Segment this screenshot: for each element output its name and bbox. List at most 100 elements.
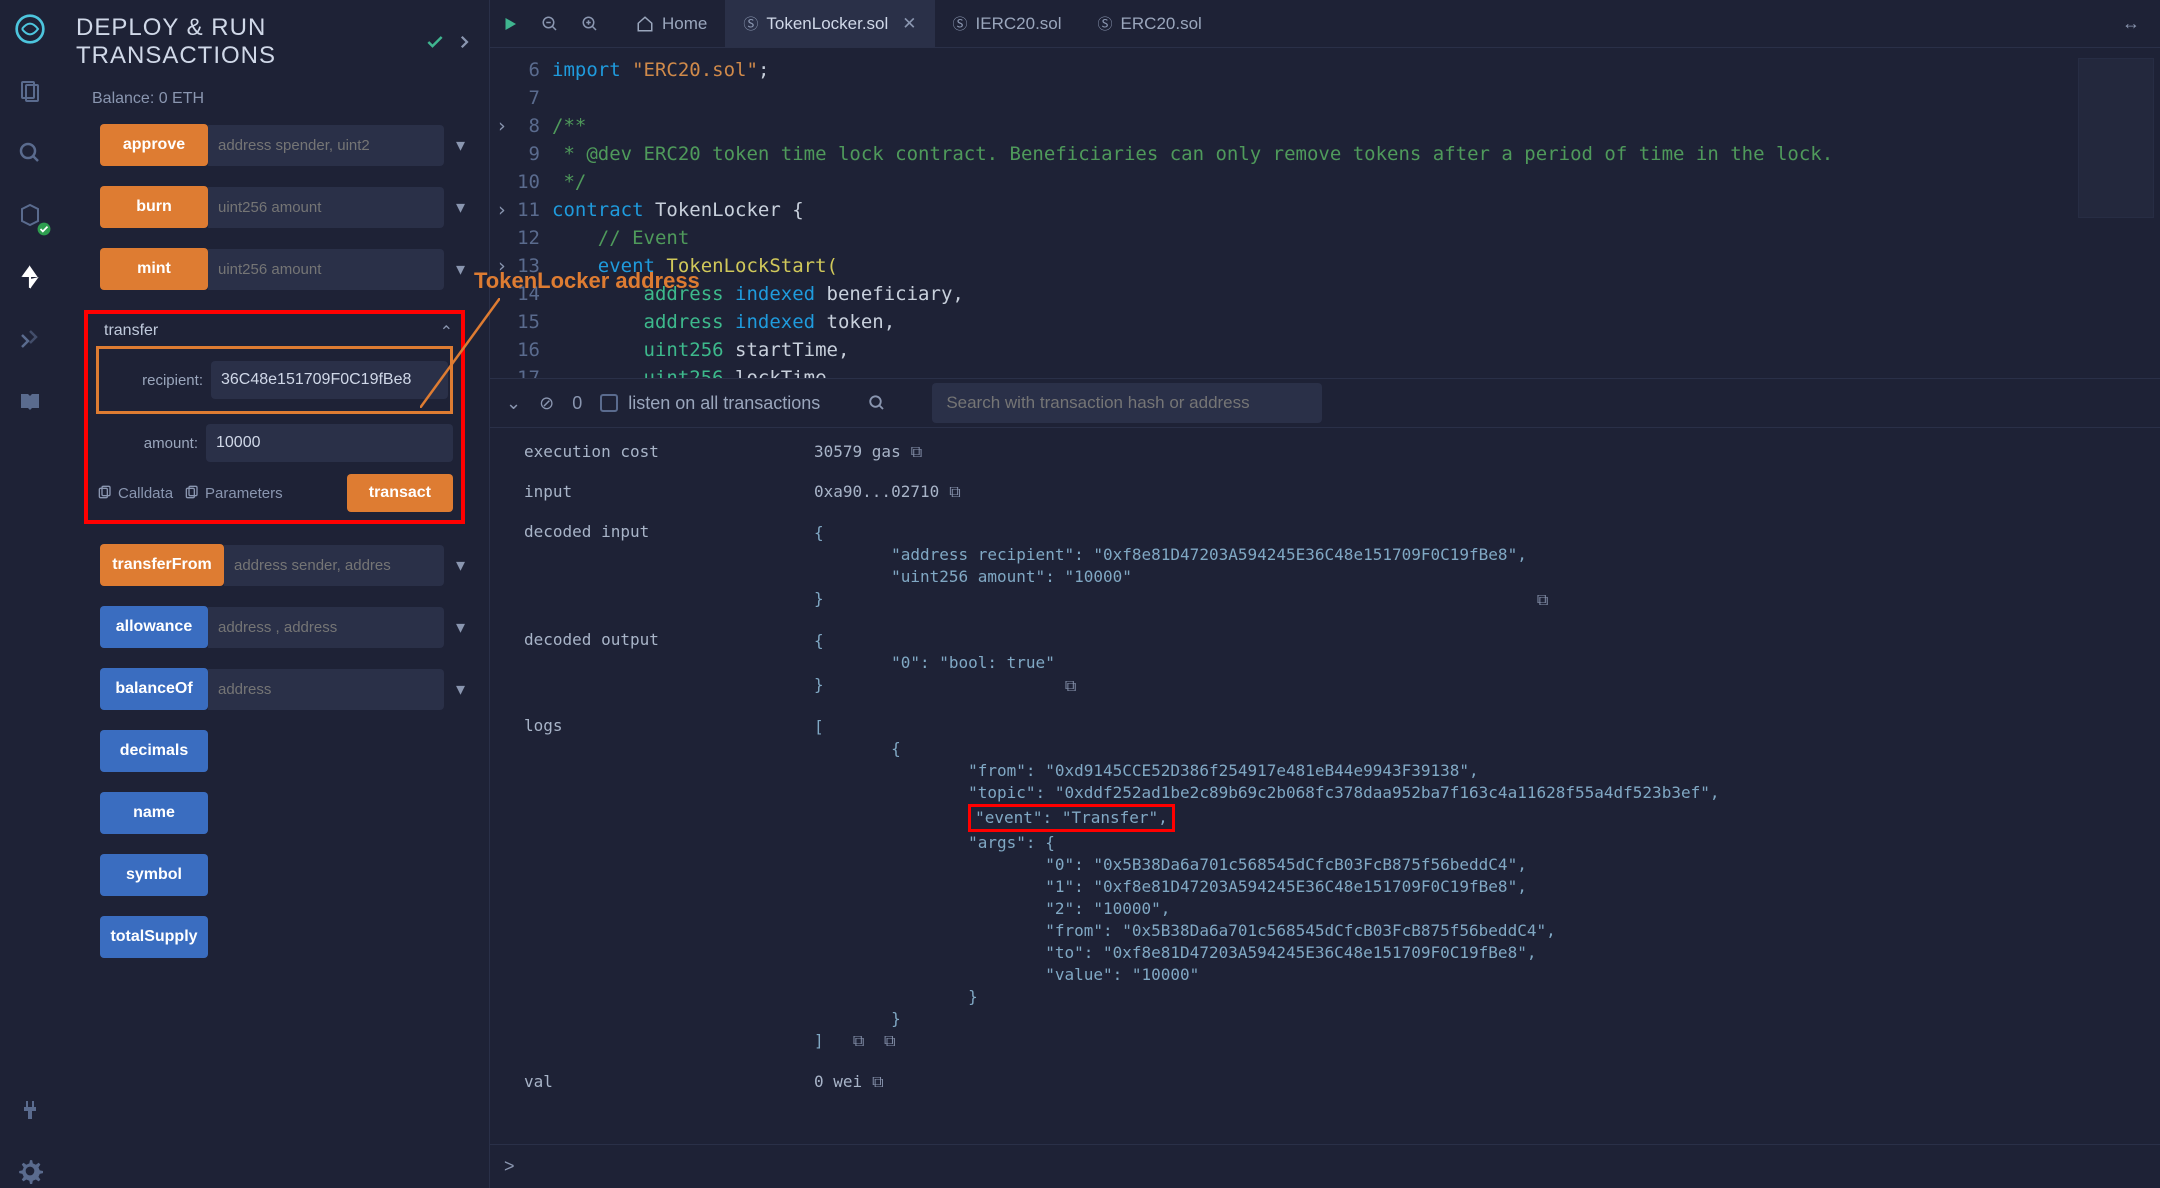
fn-symbol-row: symbol [84,854,465,896]
terminal-toolbar: ⌄ ⊘ 0 listen on all transactions [490,378,2160,428]
chevron-down-icon[interactable]: ▾ [456,617,465,638]
decoded-output-json: { "0": "bool: true" } [814,630,1055,696]
exec-cost-label: execution cost [524,442,814,462]
search-icon[interactable] [868,394,886,412]
logs-label: logs [524,716,814,1052]
chevron-down-icon[interactable]: ▾ [456,135,465,156]
clear-icon[interactable]: ⊘ [539,393,554,414]
totalsupply-button[interactable]: totalSupply [100,916,208,958]
fn-decimals-row: decimals [84,730,465,772]
fn-balanceof-row: balanceOf ▾ [84,668,465,710]
run-icon[interactable] [490,15,530,33]
expand-icon[interactable]: ↔ [2122,13,2160,34]
balance-label: Balance: 0 ETH [84,90,465,108]
deploy-run-panel: TokenLocker address DEPLOY & RUN TRANSAC… [60,0,490,1188]
terminal-output[interactable]: execution cost 30579 gas⧉ input 0xa90...… [490,428,2160,1188]
symbol-button[interactable]: symbol [100,854,208,896]
recipient-label: recipient: [101,372,211,389]
balanceof-button[interactable]: balanceOf [100,668,208,710]
allowance-button[interactable]: allowance [100,606,208,648]
zoom-out-icon[interactable] [530,15,570,33]
minimap[interactable] [2078,58,2154,218]
file-explorer-icon[interactable] [13,74,47,108]
tab-tokenlocker[interactable]: Ⓢ TokenLocker.sol ✕ [725,0,934,47]
decoded-output-label: decoded output [524,630,814,696]
tab-home[interactable]: Home [618,0,725,47]
logs-json: [ { "from": "0xd9145CCE52D386f254917e481… [814,716,1719,1052]
plugin-manager-icon[interactable] [13,1092,47,1126]
copy-icon[interactable]: ⧉ [949,482,960,501]
copy-icon[interactable]: ⧉ [853,1031,864,1050]
amount-label: amount: [96,435,206,452]
main-area: Home Ⓢ TokenLocker.sol ✕ Ⓢ IERC20.sol Ⓢ … [490,0,2160,1188]
plugin-book-icon[interactable] [13,384,47,418]
burn-button[interactable]: burn [100,186,208,228]
terminal-prompt[interactable]: > [490,1144,2160,1188]
remix-logo-icon[interactable] [13,12,47,46]
input-label: input [524,482,814,502]
fn-totalsupply-row: totalSupply [84,916,465,958]
debugger-icon[interactable] [13,322,47,356]
burn-input[interactable] [208,187,444,228]
check-icon[interactable] [425,32,445,52]
copy-icon[interactable]: ⧉ [1065,676,1076,696]
annotation-tokenlocker-address: TokenLocker address [474,268,700,294]
collapse-icon[interactable]: ⌄ [506,393,521,414]
zoom-in-icon[interactable] [570,15,610,33]
parameters-button[interactable]: Parameters [183,485,283,502]
fn-allowance-row: allowance ▾ [84,606,465,648]
allowance-input[interactable] [208,607,444,648]
settings-icon[interactable] [13,1154,47,1188]
solidity-icon: Ⓢ [1098,13,1113,34]
decoded-input-label: decoded input [524,522,814,610]
val-label: val [524,1072,814,1092]
approve-button[interactable]: approve [100,124,208,166]
tab-ierc20[interactable]: Ⓢ IERC20.sol [935,0,1080,47]
decimals-button[interactable]: decimals [100,730,208,772]
fn-mint-row: mint ▾ [84,248,465,290]
transfer-title: transfer [104,322,158,342]
line-gutter: 67 ›8 910 ›11 12 ›13 1415 1617 [490,48,552,378]
mint-input[interactable] [208,249,444,290]
fn-burn-row: burn ▾ [84,186,465,228]
fn-approve-row: approve ▾ [84,124,465,166]
code-editor[interactable]: 67 ›8 910 ›11 12 ›13 1415 1617 import "E… [490,48,2160,378]
calldata-button[interactable]: Calldata [96,485,173,502]
decoded-input-json: { "address recipient": "0xf8e81D47203A59… [814,522,1527,610]
chevron-down-icon[interactable]: ▾ [456,197,465,218]
chevron-down-icon[interactable]: ▾ [456,259,465,280]
search-icon[interactable] [13,136,47,170]
mint-button[interactable]: mint [100,248,208,290]
transferfrom-button[interactable]: transferFrom [100,544,224,586]
compiler-icon[interactable] [13,198,47,232]
amount-input[interactable] [206,424,453,462]
deploy-icon[interactable] [13,260,47,294]
fn-transfer-expanded: transfer ⌃ recipient: amount: Ca [84,310,465,524]
recipient-highlight: recipient: [96,346,453,414]
copy-icon[interactable]: ⧉ [911,442,922,461]
icon-sidebar [0,0,60,1188]
copy-icon[interactable]: ⧉ [872,1072,883,1091]
listen-checkbox[interactable]: listen on all transactions [600,393,820,414]
approve-input[interactable] [208,125,444,166]
solidity-icon: Ⓢ [953,13,968,34]
chevron-right-icon[interactable] [455,33,473,51]
transact-button[interactable]: transact [347,474,453,512]
editor-topbar: Home Ⓢ TokenLocker.sol ✕ Ⓢ IERC20.sol Ⓢ … [490,0,2160,48]
recipient-input[interactable] [211,361,448,399]
pending-count: 0 [572,393,582,414]
tab-erc20[interactable]: Ⓢ ERC20.sol [1080,0,1220,47]
code-body[interactable]: import "ERC20.sol"; /** * @dev ERC20 tok… [552,48,1833,378]
name-button[interactable]: name [100,792,208,834]
chevron-down-icon[interactable]: ▾ [456,679,465,700]
chevron-up-icon[interactable]: ⌃ [440,322,453,342]
close-icon[interactable]: ✕ [902,14,916,34]
copy-icon[interactable]: ⧉ [884,1031,895,1050]
fn-transferfrom-row: transferFrom ▾ [84,544,465,586]
copy-icon[interactable]: ⧉ [1537,590,1548,610]
terminal-search-input[interactable] [932,383,1322,423]
balanceof-input[interactable] [208,669,444,710]
event-transfer-highlight: "event": "Transfer", [968,804,1175,832]
chevron-down-icon[interactable]: ▾ [456,555,465,576]
transferfrom-input[interactable] [224,545,444,586]
